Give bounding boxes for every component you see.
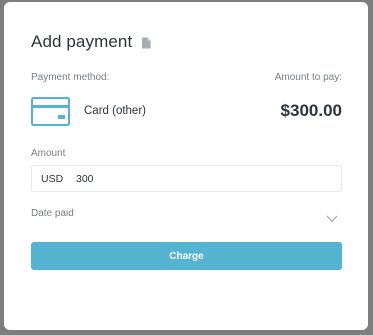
- amount-to-pay-value: $300.00: [280, 101, 342, 120]
- dialog-header: Add payment: [31, 32, 151, 52]
- add-payment-dialog: Add payment Payment method: Amount to pa…: [4, 2, 368, 330]
- document-icon[interactable]: [141, 36, 151, 49]
- chevron-down-icon[interactable]: [326, 210, 338, 223]
- date-paid-label: Date paid: [31, 208, 74, 219]
- currency-label: USD: [41, 172, 64, 185]
- payment-method-label: Payment method:: [31, 72, 110, 83]
- dialog-title: Add payment: [31, 32, 133, 51]
- amount-to-pay-label: Amount to pay:: [274, 72, 342, 83]
- amount-label: Amount: [31, 148, 66, 159]
- charge-button[interactable]: Charge: [31, 242, 342, 270]
- date-paid-dropdown[interactable]: Date paid: [31, 202, 342, 226]
- amount-field[interactable]: USD: [31, 165, 342, 192]
- amount-input[interactable]: [76, 172, 316, 185]
- credit-card-icon: [31, 97, 70, 126]
- payment-method-value: Card (other): [84, 105, 146, 117]
